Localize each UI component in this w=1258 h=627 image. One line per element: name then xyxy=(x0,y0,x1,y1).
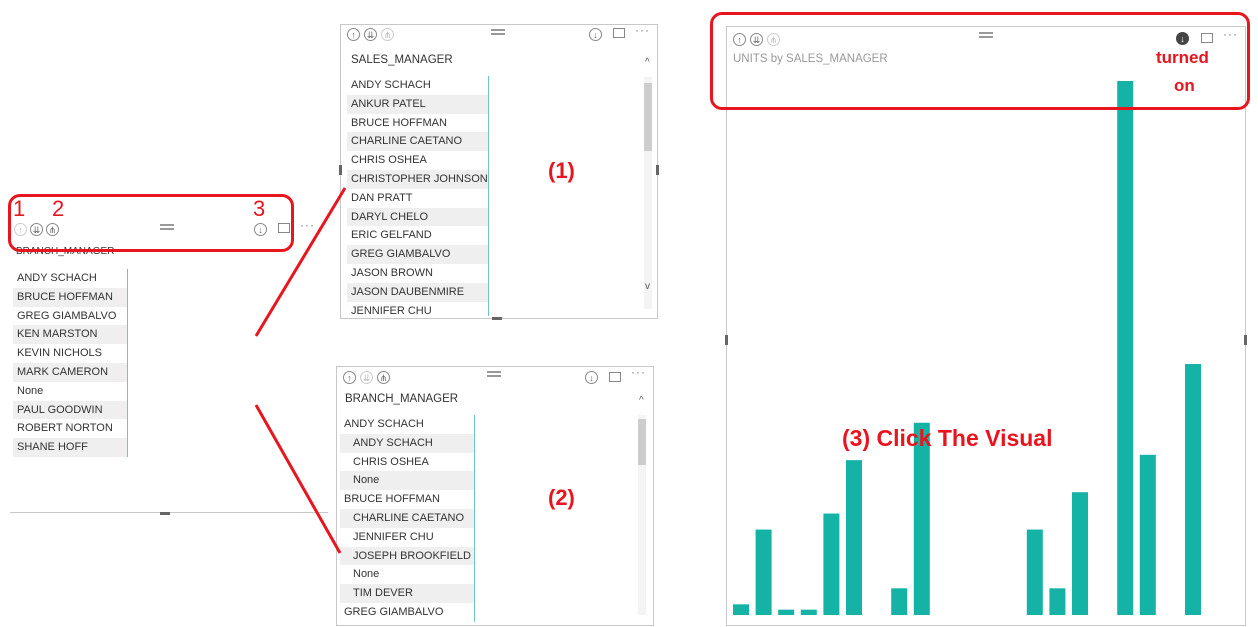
slicer-item[interactable]: BRUCE HOFFMAN xyxy=(340,490,474,509)
slicer-item[interactable]: ANDY SCHACH xyxy=(13,269,127,288)
scroll-up-icon[interactable]: ^ xyxy=(645,57,650,68)
annotation-label-2: 2 xyxy=(52,196,65,221)
expand-all-icon[interactable]: ⋔ xyxy=(381,28,394,41)
bar[interactable] xyxy=(846,460,862,615)
scroll-up-icon[interactable]: ^ xyxy=(639,395,644,406)
slicer-item[interactable]: BRUCE HOFFMAN xyxy=(347,114,488,133)
slicer-item[interactable]: JASON DAUBENMIRE xyxy=(347,282,488,302)
bar[interactable] xyxy=(733,604,749,615)
drag-grip-icon[interactable] xyxy=(491,29,505,35)
more-options-icon[interactable]: ··· xyxy=(300,218,315,232)
annotation-label-3: 3 xyxy=(253,196,266,221)
slicer-item[interactable]: JENNIFER CHU xyxy=(347,302,488,321)
drill-down-on-icon[interactable]: ⇊ xyxy=(360,371,373,384)
expand-all-icon[interactable]: ⋔ xyxy=(377,371,390,384)
slicer-item[interactable]: None xyxy=(340,471,474,491)
slicer-item[interactable]: TIM DEVER xyxy=(340,584,474,603)
more-options-icon[interactable]: ··· xyxy=(631,365,646,379)
bar[interactable] xyxy=(1026,529,1043,615)
drag-grip-icon[interactable] xyxy=(487,371,501,377)
resize-handle[interactable] xyxy=(725,335,728,345)
slicer-item[interactable]: JOSEPH BROOKFIELD xyxy=(340,546,474,566)
focus-mode-icon[interactable] xyxy=(609,372,621,382)
bar[interactable] xyxy=(891,588,908,615)
annotation-paren-1: (1) xyxy=(548,158,575,183)
scroll-down-icon[interactable]: v xyxy=(645,281,650,292)
bar-chart[interactable] xyxy=(727,27,1247,627)
more-options-icon[interactable]: ··· xyxy=(635,23,650,37)
slicer-item[interactable]: ANDY SCHACH xyxy=(347,76,488,95)
slicer-item[interactable]: KEVIN NICHOLS xyxy=(13,344,127,363)
slicer-item[interactable]: GREG GIAMBALVO xyxy=(340,603,474,622)
sales-slicer-list[interactable]: ANDY SCHACH ANKUR PATEL BRUCE HOFFMAN CHARL… xyxy=(347,76,489,317)
slicer-item[interactable]: DAN PRATT xyxy=(347,189,488,208)
drill-up-icon[interactable]: ↑ xyxy=(343,371,356,384)
bar[interactable] xyxy=(1139,454,1156,615)
slicer-item[interactable]: MARK CAMERON xyxy=(13,362,127,382)
slicer-item[interactable]: CHARLINE CAETANO xyxy=(347,132,488,152)
slicer-item[interactable]: ERIC GELFAND xyxy=(347,226,488,245)
slicer-item[interactable]: GREG GIAMBALVO xyxy=(13,307,127,326)
hierarchy-slicer-scrollbar[interactable] xyxy=(638,415,646,615)
drill-mode-icon[interactable]: ↓ xyxy=(589,28,602,41)
annotation-box-left xyxy=(8,194,294,252)
sales-slicer-scrollbar[interactable] xyxy=(644,77,652,309)
annotation-paren-2: (2) xyxy=(548,485,575,510)
annotation-click-visual: (3) Click The Visual xyxy=(842,425,1053,451)
resize-handle[interactable] xyxy=(339,165,342,175)
slicer-item[interactable]: CHRIS OSHEA xyxy=(347,151,488,170)
sales-slicer-visual[interactable]: ↑ ⇊ ⋔ ↓ ··· SALES_MANAGER ANDY SCHACH ANK… xyxy=(340,23,658,319)
slicer-item[interactable]: ANDY SCHACH xyxy=(340,415,474,434)
hierarchy-slicer-title: BRANCH_MANAGER xyxy=(345,393,459,405)
slicer-item[interactable]: None xyxy=(340,565,474,584)
slicer-item[interactable]: JASON BROWN xyxy=(347,264,488,283)
slicer-item[interactable]: KEN MARSTON xyxy=(13,325,127,345)
drill-up-icon[interactable]: ↑ xyxy=(347,28,360,41)
bar[interactable] xyxy=(1117,81,1134,615)
resize-handle[interactable] xyxy=(492,317,502,320)
units-chart-visual[interactable]: ↑ ⇊ ⋔ ↓ ··· UNITS by SALES_MANAGER xyxy=(726,26,1246,626)
resize-handle[interactable] xyxy=(656,165,659,175)
slicer-item[interactable]: CHRIS OSHEA xyxy=(340,453,474,472)
slicer-item[interactable]: None xyxy=(13,382,127,401)
bar[interactable] xyxy=(1049,588,1066,615)
slicer-item[interactable]: CHARLINE CAETANO xyxy=(340,508,474,528)
bar[interactable] xyxy=(1072,492,1088,615)
bar[interactable] xyxy=(823,513,840,615)
drill-down-on-icon[interactable]: ⇊ xyxy=(364,28,377,41)
annotation-on: on xyxy=(1174,76,1195,95)
bar[interactable] xyxy=(778,609,795,615)
sales-slicer-toolbar: ↑ ⇊ ⋔ ↓ ··· xyxy=(341,23,657,47)
hierarchy-slicer-list[interactable]: ANDY SCHACH ANDY SCHACH CHRIS OSHEA None BRU… xyxy=(340,415,475,622)
hierarchy-slicer-toolbar: ↑ ⇊ ⋔ ↓ ··· xyxy=(337,365,653,389)
slicer-item[interactable]: ROBERT NORTON xyxy=(13,419,127,438)
hierarchy-slicer-visual[interactable]: ↑ ⇊ ⋔ ↓ ··· BRANCH_MANAGER ANDY SCHACH AN… xyxy=(336,365,654,626)
resize-handle[interactable] xyxy=(160,512,170,515)
slicer-item[interactable]: DARYL CHELO xyxy=(347,207,488,227)
drill-mode-icon[interactable]: ↓ xyxy=(585,371,598,384)
scrollbar-thumb[interactable] xyxy=(638,419,646,465)
bar[interactable] xyxy=(800,609,817,615)
slicer-item[interactable]: CHRISTOPHER JOHNSON xyxy=(347,169,488,189)
resize-handle[interactable] xyxy=(1244,335,1247,345)
bar[interactable] xyxy=(755,529,772,615)
branch-slicer-visual[interactable]: ↑ ⇊ ⋔ ↓ ··· BRANCH_MANAGER ANDY SCHACH BR… xyxy=(10,218,328,513)
bar[interactable] xyxy=(1185,364,1201,615)
slicer-item[interactable]: JENNIFER CHU xyxy=(340,528,474,547)
branch-slicer-list[interactable]: ANDY SCHACH BRUCE HOFFMAN GREG GIAMBALVO KE… xyxy=(13,269,128,457)
slicer-item[interactable]: ANDY SCHACH xyxy=(340,433,474,453)
slicer-item[interactable]: BRUCE HOFFMAN xyxy=(13,287,127,307)
slicer-item[interactable]: GREG GIAMBALVO xyxy=(347,245,488,264)
annotation-label-1: 1 xyxy=(13,196,26,221)
slicer-item[interactable]: SHANE HOFF xyxy=(13,438,127,457)
slicer-item[interactable]: ANKUR PATEL xyxy=(347,94,488,114)
slicer-item[interactable]: PAUL GOODWIN xyxy=(13,400,127,420)
scrollbar-thumb[interactable] xyxy=(644,83,652,151)
sales-slicer-title: SALES_MANAGER xyxy=(351,54,453,66)
annotation-turned: turned xyxy=(1156,48,1209,67)
focus-mode-icon[interactable] xyxy=(613,28,625,38)
